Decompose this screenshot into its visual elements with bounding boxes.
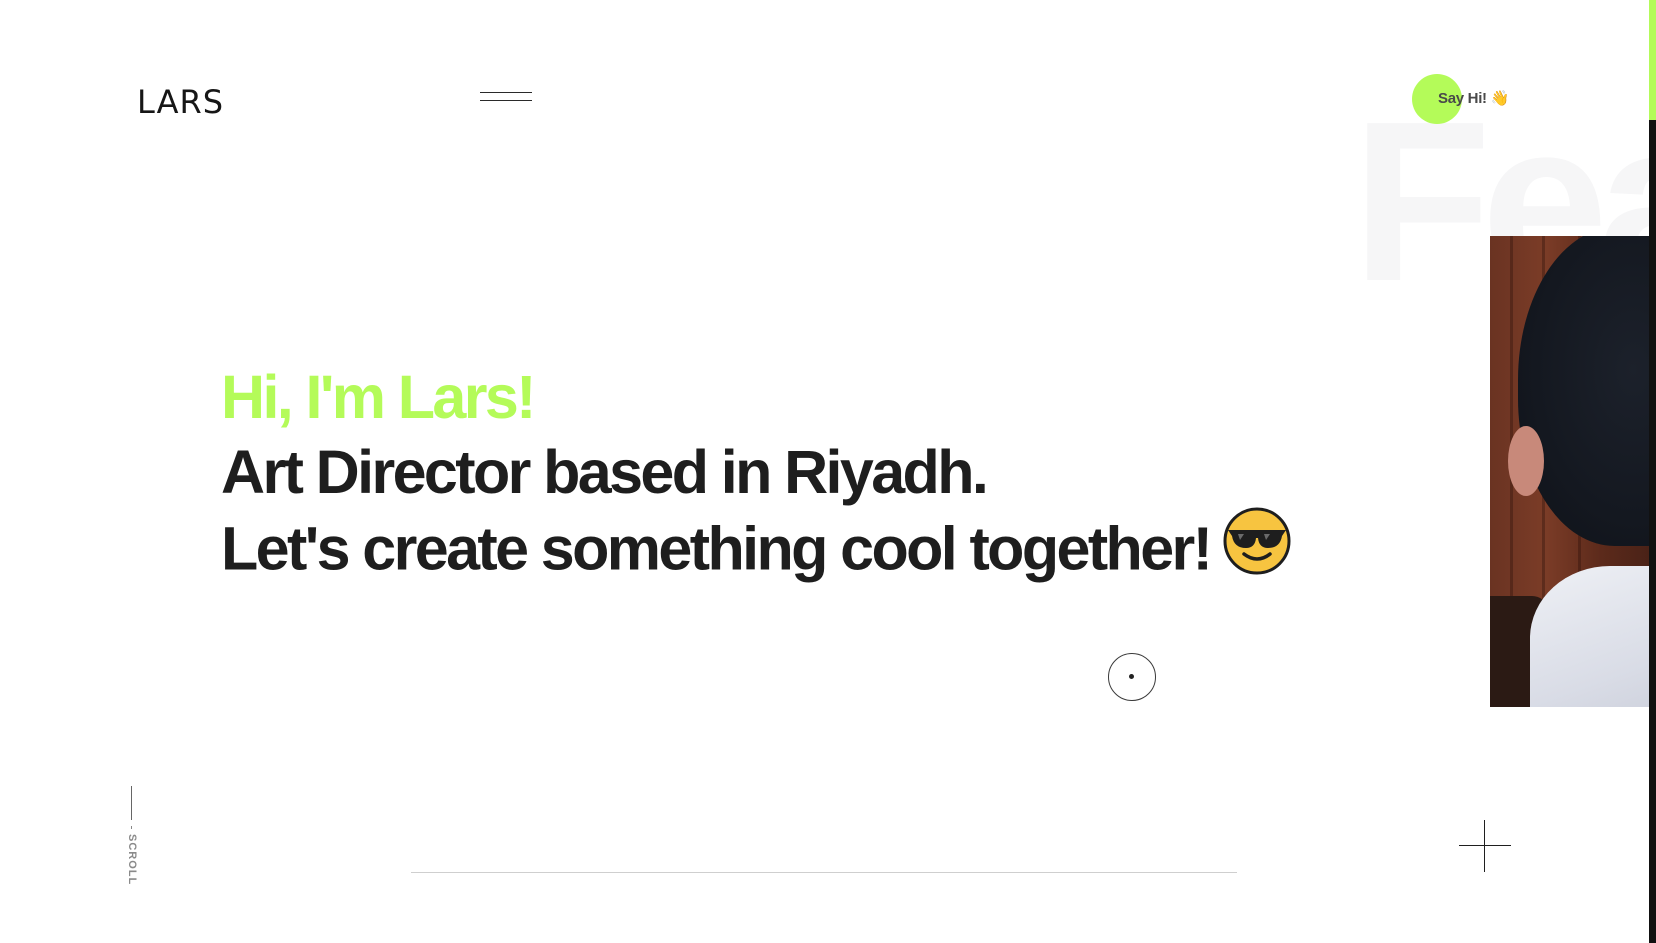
side-progress-accent bbox=[1649, 0, 1656, 120]
hero-greeting: Hi, I'm Lars! bbox=[221, 363, 537, 431]
bottom-divider bbox=[411, 872, 1237, 873]
waving-hand-icon: 👋 bbox=[1490, 90, 1510, 107]
say-hi-label: Say Hi! bbox=[1438, 90, 1487, 107]
hero-tagline: Let's create something cool together! bbox=[221, 514, 1213, 583]
custom-cursor bbox=[1108, 653, 1156, 701]
scroll-line bbox=[131, 786, 132, 820]
menu-button[interactable] bbox=[480, 90, 532, 104]
plus-button[interactable] bbox=[1459, 820, 1511, 872]
site-logo[interactable]: LARS bbox=[137, 82, 224, 122]
scroll-tick bbox=[131, 826, 132, 829]
hero-role: Art Director based in Riyadh. bbox=[221, 438, 989, 506]
featured-photo[interactable] bbox=[1490, 236, 1649, 707]
scroll-label: SCROLL bbox=[126, 834, 138, 886]
say-hi-button[interactable]: Say Hi! 👋 bbox=[1412, 74, 1522, 124]
scroll-indicator[interactable]: SCROLL bbox=[122, 786, 142, 886]
cursor-dot bbox=[1129, 674, 1134, 679]
side-progress-bar bbox=[1649, 0, 1656, 943]
sunglasses-face-icon bbox=[1222, 506, 1292, 593]
hero-heading: Hi, I'm Lars! Art Director based in Riya… bbox=[221, 360, 1292, 597]
hero-tagline-row: Let's create something cool together! bbox=[221, 507, 1292, 597]
